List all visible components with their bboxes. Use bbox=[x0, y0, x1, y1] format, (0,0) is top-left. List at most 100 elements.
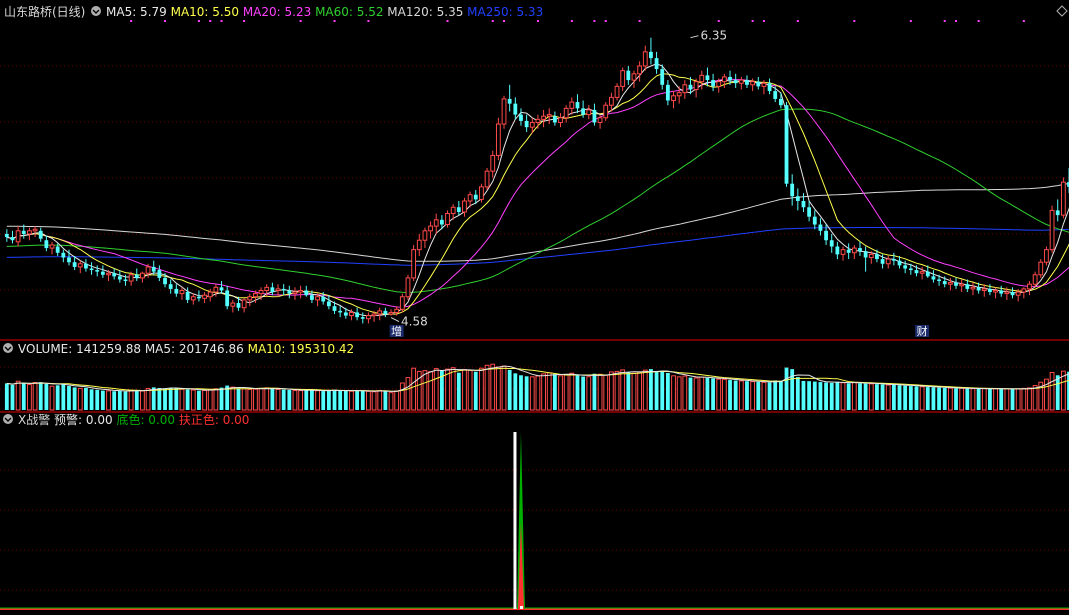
candle-body-down[interactable] bbox=[72, 262, 77, 267]
candle-body-up[interactable] bbox=[840, 249, 846, 255]
volume-bar-down[interactable] bbox=[67, 385, 71, 410]
pane-toggle-icon[interactable] bbox=[91, 6, 101, 16]
candle-body-up[interactable] bbox=[490, 154, 496, 172]
candle-body-up[interactable] bbox=[422, 230, 428, 241]
volume-bar-up[interactable] bbox=[292, 389, 298, 411]
candle-body-up[interactable] bbox=[1060, 181, 1066, 216]
candle-body-down[interactable] bbox=[942, 281, 947, 285]
candle-body-up[interactable] bbox=[445, 213, 450, 226]
volume-bar-down[interactable] bbox=[908, 386, 913, 410]
candle-body-down[interactable] bbox=[665, 84, 670, 101]
volume-bar-up[interactable] bbox=[145, 388, 151, 411]
volume-bar-down[interactable] bbox=[1055, 375, 1060, 410]
volume-bar-up[interactable] bbox=[399, 382, 405, 411]
candle-body-down[interactable] bbox=[745, 80, 749, 85]
volume-bar-down[interactable] bbox=[942, 387, 947, 410]
volume-bar-up[interactable] bbox=[315, 390, 320, 411]
volume-bar-down[interactable] bbox=[818, 382, 823, 410]
volume-bar-up[interactable] bbox=[608, 371, 614, 411]
volume-bar-up[interactable] bbox=[433, 368, 439, 411]
candle-body-up[interactable] bbox=[1038, 261, 1044, 276]
candle-body-up[interactable] bbox=[399, 296, 405, 310]
candle-body-down[interactable] bbox=[174, 288, 179, 294]
candle-body-down[interactable] bbox=[925, 271, 930, 277]
candle-body-down[interactable] bbox=[592, 109, 597, 123]
volume-bar-up[interactable] bbox=[366, 390, 371, 411]
candle-body-up[interactable] bbox=[428, 225, 433, 232]
volume-bar-down[interactable] bbox=[705, 377, 710, 410]
volume-bar-up[interactable] bbox=[190, 389, 196, 411]
volume-bar-up[interactable] bbox=[586, 376, 592, 411]
candle-body-down[interactable] bbox=[705, 75, 710, 81]
annotation-cai[interactable]: 财 bbox=[917, 324, 928, 338]
candle-body-down[interactable] bbox=[123, 279, 128, 282]
candle-body-up[interactable] bbox=[1049, 209, 1055, 251]
volume-bar-up[interactable] bbox=[1015, 388, 1021, 411]
candle-body-down[interactable] bbox=[660, 69, 665, 85]
candle-body-up[interactable] bbox=[315, 296, 320, 301]
candle-body-down[interactable] bbox=[790, 183, 795, 197]
volume-bar-down[interactable] bbox=[976, 388, 981, 410]
volume-bar-down[interactable] bbox=[100, 390, 105, 410]
volume-bar-down[interactable] bbox=[197, 390, 201, 410]
candle-body-up[interactable] bbox=[642, 51, 648, 67]
volume-bar-down[interactable] bbox=[937, 387, 941, 410]
volume-bar-down[interactable] bbox=[925, 387, 930, 410]
candle-body-up[interactable] bbox=[394, 308, 400, 313]
volume-bar-up[interactable] bbox=[558, 375, 563, 411]
volume-bar-down[interactable] bbox=[157, 388, 162, 410]
candle-body-up[interactable] bbox=[479, 186, 484, 200]
candle-body-up[interactable] bbox=[535, 118, 541, 123]
candle-body-down[interactable] bbox=[835, 246, 840, 255]
candle-body-up[interactable] bbox=[1027, 283, 1032, 290]
candle-body-up[interactable] bbox=[541, 115, 546, 120]
candle-body-up[interactable] bbox=[501, 98, 507, 125]
candle-body-up[interactable] bbox=[207, 291, 213, 298]
volume-bar-down[interactable] bbox=[880, 384, 885, 410]
volume-bar-up[interactable] bbox=[349, 390, 354, 411]
volume-bar-up[interactable] bbox=[637, 372, 643, 411]
candle-body-down[interactable] bbox=[321, 296, 326, 302]
candle-body-up[interactable] bbox=[671, 95, 676, 102]
volume-bar-down[interactable] bbox=[112, 391, 117, 410]
volume-bar-up[interactable] bbox=[428, 371, 433, 411]
volume-bar-up[interactable] bbox=[642, 369, 648, 411]
candle-body-down[interactable] bbox=[626, 70, 631, 81]
volume-bar-up[interactable] bbox=[959, 387, 965, 411]
candle-body-down[interactable] bbox=[778, 98, 783, 106]
candle-body-down[interactable] bbox=[824, 230, 828, 241]
candle-body-down[interactable] bbox=[185, 292, 190, 300]
volume-bar-up[interactable] bbox=[761, 381, 767, 411]
candle-body-down[interactable] bbox=[931, 276, 936, 280]
candle-body-up[interactable] bbox=[462, 200, 467, 213]
volume-bar-down[interactable] bbox=[767, 382, 772, 410]
candle-body-down[interactable] bbox=[519, 114, 523, 121]
volume-bar-up[interactable] bbox=[947, 387, 953, 411]
candle-body-up[interactable] bbox=[682, 84, 688, 94]
volume-bar-up[interactable] bbox=[411, 367, 417, 411]
candle-body-up[interactable] bbox=[388, 311, 394, 315]
candle-body-up[interactable] bbox=[292, 291, 298, 295]
candle-body-up[interactable] bbox=[484, 170, 490, 188]
candle-body-up[interactable] bbox=[49, 244, 55, 249]
candle-body-up[interactable] bbox=[586, 109, 592, 116]
volume-bar-up[interactable] bbox=[484, 364, 490, 411]
volume-bar-up[interactable] bbox=[264, 387, 270, 411]
volume-bar-down[interactable] bbox=[38, 382, 43, 410]
volume-bar-up[interactable] bbox=[541, 373, 546, 411]
candle-body-down[interactable] bbox=[863, 251, 868, 258]
volume-bar-up[interactable] bbox=[693, 377, 699, 411]
volume-bar-down[interactable] bbox=[660, 371, 665, 410]
candle-body-down[interactable] bbox=[304, 290, 309, 296]
volume-bar-down[interactable] bbox=[552, 374, 557, 410]
volume-bar-up[interactable] bbox=[298, 390, 304, 411]
volume-bar-up[interactable] bbox=[377, 390, 383, 411]
candle-body-up[interactable] bbox=[1015, 291, 1021, 296]
candle-body-down[interactable] bbox=[117, 276, 122, 280]
candle-body-down[interactable] bbox=[524, 120, 529, 128]
candle-body-down[interactable] bbox=[897, 260, 902, 266]
volume-bar-up[interactable] bbox=[1004, 388, 1010, 411]
volume-bar-up[interactable] bbox=[230, 386, 236, 411]
candle-body-up[interactable] bbox=[202, 294, 207, 299]
volume-bar-up[interactable] bbox=[699, 376, 705, 411]
